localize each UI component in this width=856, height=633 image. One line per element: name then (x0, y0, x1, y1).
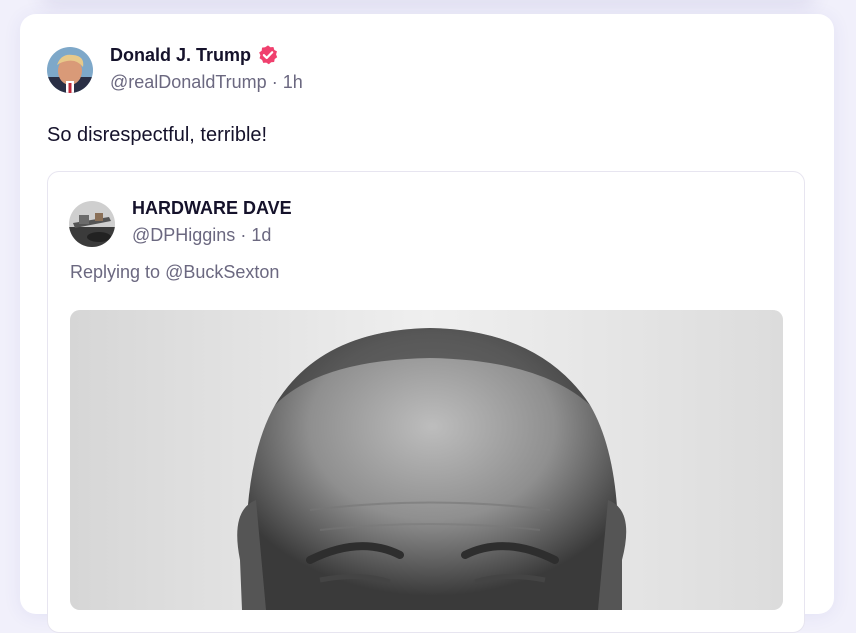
quoted-media-image[interactable] (70, 310, 783, 610)
avatar-photo-icon (69, 201, 115, 247)
author-handle[interactable]: @realDonaldTrump (110, 72, 267, 92)
post-time[interactable]: 1h (283, 72, 303, 92)
quoted-author-name[interactable]: HARDWARE DAVE (132, 197, 292, 219)
replying-prefix: Replying to (70, 262, 161, 282)
author-avatar[interactable] (47, 47, 93, 93)
quoted-post-time[interactable]: 1d (251, 225, 271, 245)
meta-separator: · (271, 72, 278, 92)
post-text: So disrespectful, terrible! (47, 124, 268, 146)
replying-to-line: Replying to @BuckSexton (70, 262, 279, 283)
quoted-post[interactable]: HARDWARE DAVE @DPHiggins · 1d Replying t… (47, 171, 805, 633)
quoted-author-handle[interactable]: @DPHiggins (132, 225, 235, 245)
quoted-author[interactable]: HARDWARE DAVE @DPHiggins · 1d (69, 197, 292, 247)
verified-badge-icon (259, 45, 278, 65)
avatar-photo-icon (47, 47, 93, 93)
replying-to-handle[interactable]: @BuckSexton (165, 262, 279, 282)
quoted-author-avatar[interactable] (69, 201, 115, 247)
author-name[interactable]: Donald J. Trump (110, 45, 251, 66)
post-author[interactable]: Donald J. Trump @realDonaldTrump · 1h (47, 44, 303, 93)
post-card[interactable]: Donald J. Trump @realDonaldTrump · 1h So… (20, 14, 834, 633)
photo-icon (70, 310, 783, 610)
meta-separator: · (240, 225, 247, 245)
